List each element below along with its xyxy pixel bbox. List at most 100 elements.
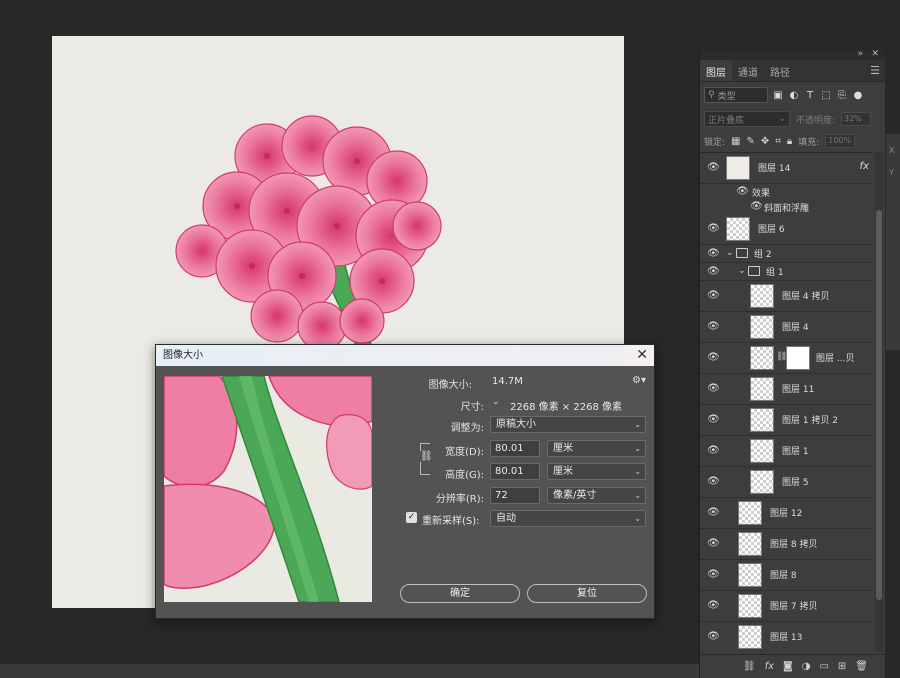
fill-field[interactable]: 100% bbox=[825, 134, 856, 148]
visibility-eye-icon[interactable]: 👁︎ bbox=[707, 248, 720, 260]
resolution-input[interactable]: 72 bbox=[490, 487, 540, 504]
height-input[interactable]: 80.01 bbox=[490, 463, 540, 480]
delete-layer-icon[interactable]: 🗑︎ bbox=[855, 661, 868, 672]
ok-button[interactable]: 确定 bbox=[400, 584, 520, 603]
lock-artboard-icon[interactable]: ⌗ bbox=[775, 136, 781, 147]
visibility-eye-icon[interactable]: 👁︎ bbox=[707, 383, 720, 395]
image-size-value: 14.7M bbox=[492, 376, 523, 387]
layer-row[interactable]: 👁︎ 图层 8 拷贝 bbox=[700, 529, 873, 560]
resample-checkbox[interactable]: ✓ bbox=[406, 512, 417, 523]
visibility-eye-icon[interactable]: 👁︎ bbox=[707, 507, 720, 519]
width-unit-select[interactable]: 厘米 ⌄ bbox=[547, 440, 646, 457]
opacity-field[interactable]: 32% bbox=[841, 112, 872, 126]
image-preview[interactable] bbox=[164, 376, 372, 602]
visibility-eye-icon[interactable]: 👁︎ bbox=[707, 569, 720, 581]
expand-chevron-icon[interactable]: ⌄ bbox=[738, 266, 746, 276]
resolution-label: 分辨率(R): bbox=[435, 494, 484, 505]
smart-object-filter-icon[interactable]: ⎘ bbox=[836, 89, 848, 101]
expand-chevron-icon[interactable]: ⌄ bbox=[726, 248, 734, 258]
resolution-unit-select[interactable]: 像素/英寸 ⌄ bbox=[547, 487, 646, 504]
layer-name: 图层 1 拷贝 2 bbox=[782, 416, 839, 426]
dialog-titlebar: 图像大小 ✕ bbox=[156, 345, 654, 366]
layer-row[interactable]: 👁︎ 图层 4 bbox=[700, 312, 873, 343]
scrollbar-thumb[interactable] bbox=[876, 210, 882, 600]
height-unit-select[interactable]: 厘米 ⌄ bbox=[547, 463, 646, 480]
chevron-down-icon[interactable]: ⌄ bbox=[492, 397, 500, 407]
fit-to-select[interactable]: 原稿大小 ⌄ bbox=[490, 416, 646, 433]
lock-transparency-icon[interactable]: ▦ bbox=[731, 136, 740, 147]
type-filter-icon[interactable]: T bbox=[804, 89, 816, 101]
width-input[interactable]: 80.01 bbox=[490, 440, 540, 457]
layer-filter-select[interactable]: ⚲ 类型 bbox=[704, 87, 768, 103]
visibility-eye-icon[interactable]: 👁︎ bbox=[707, 352, 720, 364]
layer-row[interactable]: 👁︎ 图层 6 bbox=[700, 214, 873, 245]
layer-row[interactable]: 👁︎ 图层 8 bbox=[700, 560, 873, 591]
chevron-down-icon: ⌄ bbox=[634, 444, 641, 453]
visibility-eye-icon[interactable]: 👁︎ bbox=[707, 414, 720, 426]
adjustment-layer-icon[interactable]: ◑ bbox=[802, 661, 811, 672]
blend-mode-select[interactable]: 正片叠底 ⌄ bbox=[704, 111, 790, 127]
layer-row[interactable]: 👁︎ 图层 11 bbox=[700, 374, 873, 405]
visibility-eye-icon[interactable]: 👁︎ bbox=[707, 223, 720, 235]
layer-effect-row[interactable]: 👁︎ 斜面和浮雕 bbox=[700, 199, 873, 214]
layer-group-row[interactable]: 👁︎ ⌄ 组 2 bbox=[700, 245, 873, 263]
layers-scrollbar[interactable] bbox=[875, 152, 883, 652]
gear-icon[interactable]: ⚙▾ bbox=[632, 375, 646, 386]
layer-thumbnail bbox=[750, 284, 774, 308]
layer-row[interactable]: 👁︎ 图层 13 bbox=[700, 622, 873, 652]
lock-position-icon[interactable]: ✥ bbox=[761, 136, 769, 147]
fx-icon[interactable]: fx bbox=[765, 661, 774, 672]
layer-mask-thumbnail[interactable] bbox=[786, 346, 810, 370]
height-unit-value: 厘米 bbox=[553, 466, 573, 477]
lock-all-icon[interactable]: 🔒︎ bbox=[787, 136, 792, 147]
visibility-eye-icon[interactable]: 👁︎ bbox=[707, 538, 720, 550]
layer-fx-icon[interactable]: fx bbox=[860, 161, 869, 172]
layer-thumbnail bbox=[750, 346, 774, 370]
layer-group-row[interactable]: 👁︎ ⌄ 组 1 bbox=[700, 263, 873, 281]
layer-thumbnail bbox=[750, 315, 774, 339]
visibility-eye-icon[interactable]: 👁︎ bbox=[707, 266, 720, 278]
layer-row[interactable]: 👁︎ 图层 1 bbox=[700, 436, 873, 467]
add-mask-icon[interactable]: ◙ bbox=[783, 661, 793, 672]
blend-mode-value: 正片叠底 bbox=[708, 115, 745, 126]
layer-row[interactable]: 👁︎ fx 图层 14 bbox=[700, 153, 873, 184]
layer-row[interactable]: 👁︎ 图层 5 bbox=[700, 467, 873, 498]
layer-row[interactable]: 👁︎ 图层 1 拷贝 2 bbox=[700, 405, 873, 436]
visibility-eye-icon[interactable]: 👁︎ bbox=[707, 162, 720, 174]
visibility-eye-icon[interactable]: 👁︎ bbox=[707, 321, 720, 333]
resample-select[interactable]: 自动 ⌄ bbox=[490, 510, 646, 527]
close-icon[interactable]: ✕ bbox=[636, 345, 648, 366]
lock-pixels-icon[interactable]: ✎ bbox=[747, 136, 755, 147]
layer-effect-row[interactable]: 👁︎ 效果 bbox=[700, 184, 873, 199]
tab-layers[interactable]: 图层 bbox=[700, 60, 732, 81]
visibility-eye-icon[interactable]: 👁︎ bbox=[707, 631, 720, 643]
new-layer-icon[interactable]: ⊞ bbox=[838, 661, 846, 672]
layer-row[interactable]: 👁︎ ⛓ 图层 ...贝 bbox=[700, 343, 873, 374]
layer-row[interactable]: 👁︎ 图层 4 拷贝 bbox=[700, 281, 873, 312]
shape-filter-icon[interactable]: ⬚ bbox=[820, 89, 832, 101]
x-label: X bbox=[889, 146, 895, 155]
layer-row[interactable]: 👁︎ 图层 12 bbox=[700, 498, 873, 529]
visibility-eye-icon[interactable]: 👁︎ bbox=[707, 290, 720, 302]
visibility-eye-icon[interactable]: 👁︎ bbox=[707, 600, 720, 612]
visibility-eye-icon[interactable]: 👁︎ bbox=[707, 476, 720, 488]
tab-channels[interactable]: 通道 bbox=[732, 60, 764, 81]
close-panel-icon[interactable]: ✕ bbox=[871, 49, 879, 59]
filter-toggle-icon[interactable]: ● bbox=[852, 89, 864, 101]
resample-label: 重新采样(S): bbox=[422, 516, 480, 527]
tab-paths[interactable]: 路径 bbox=[764, 60, 796, 81]
link-layers-icon[interactable]: ⛓ bbox=[743, 661, 756, 672]
visibility-eye-icon[interactable]: 👁︎ bbox=[750, 201, 763, 213]
collapse-icon[interactable]: » bbox=[857, 49, 863, 59]
panel-menu-icon[interactable]: ☰ bbox=[870, 64, 880, 77]
layers-bottom-toolbar: ⛓ fx ◙ ◑ ▭ ⊞ 🗑︎ bbox=[700, 654, 886, 678]
reset-button[interactable]: 复位 bbox=[527, 584, 647, 603]
new-group-icon[interactable]: ▭ bbox=[819, 661, 828, 672]
pixel-filter-icon[interactable]: ▣ bbox=[772, 89, 784, 101]
visibility-eye-icon[interactable]: 👁︎ bbox=[736, 186, 749, 198]
layer-name: 斜面和浮雕 bbox=[764, 203, 810, 214]
adjustment-filter-icon[interactable]: ◐ bbox=[788, 89, 800, 101]
image-size-label: 图像大小: bbox=[428, 380, 472, 391]
visibility-eye-icon[interactable]: 👁︎ bbox=[707, 445, 720, 457]
layer-row[interactable]: 👁︎ 图层 7 拷贝 bbox=[700, 591, 873, 622]
